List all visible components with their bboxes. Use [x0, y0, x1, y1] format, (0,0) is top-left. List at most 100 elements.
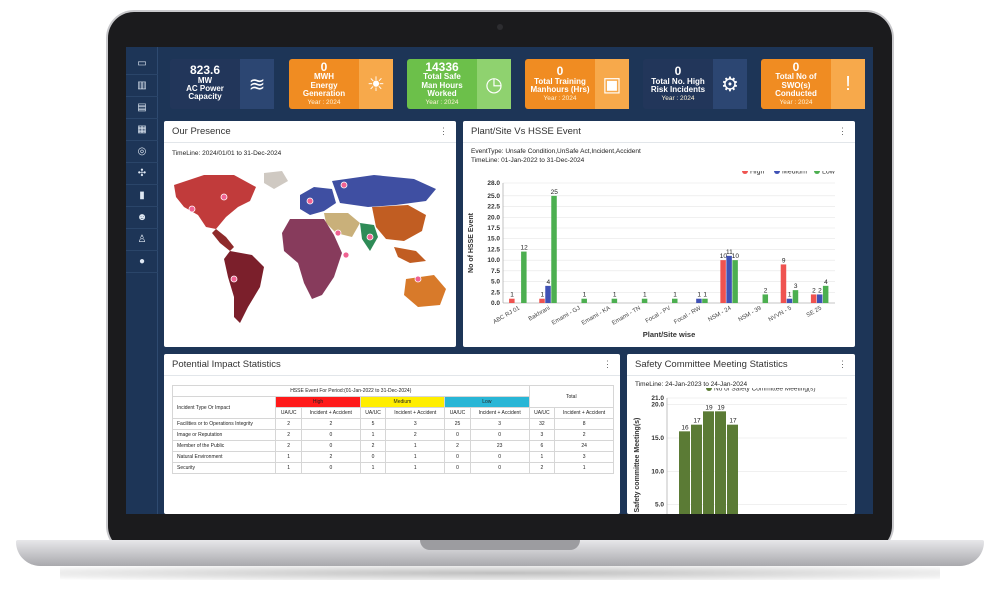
bar[interactable]	[780, 264, 787, 303]
map-russia[interactable]	[332, 175, 436, 207]
table-cell: 0	[469, 451, 530, 463]
group-header: Low	[444, 396, 530, 408]
hsse-event-type: EventType: Unsafe Condition,UnSafe Act,I…	[471, 148, 641, 155]
safety-title: Safety Committee Meeting Statistics	[635, 359, 788, 370]
kpi-card[interactable]: 0 Total No of SWO(s) Conducted Year : 2024!	[761, 59, 865, 109]
sub-header: Incident + Accident	[554, 407, 614, 419]
bar[interactable]	[672, 298, 678, 303]
kpi-text: 0 Total No. High Risk Incidents Year : 2024	[643, 59, 713, 109]
kpi-card[interactable]: 0 MWH Energy Generation Year : 2024 ☀	[289, 59, 393, 109]
legend-marker[interactable]	[706, 388, 712, 391]
users-icon[interactable]: ☻	[126, 207, 158, 229]
id-card-icon[interactable]: ▤	[126, 97, 158, 119]
table-cell: 1	[554, 462, 614, 474]
bar[interactable]	[696, 298, 702, 303]
y-tick-label: 2.5	[491, 289, 500, 296]
bar[interactable]	[509, 298, 515, 303]
bar[interactable]	[545, 285, 551, 303]
kpi-card[interactable]: 823.6 MW AC Power Capacity ≋	[170, 59, 274, 109]
kpi-card[interactable]: 0 Total Training Manhours (Hrs) Year : 2024…	[525, 59, 629, 109]
monitor-icon[interactable]: ▭	[126, 53, 158, 75]
location-pin[interactable]	[366, 233, 374, 241]
bar[interactable]	[816, 294, 823, 303]
bar[interactable]	[720, 260, 726, 303]
map-se-asia[interactable]	[394, 247, 426, 263]
bar[interactable]	[810, 294, 817, 303]
library-icon[interactable]: ▥	[126, 75, 158, 97]
x-tick-label: Bakhrani	[528, 306, 552, 323]
y-tick-label: 25.0	[487, 193, 500, 200]
kebab-menu-icon[interactable]: ⋮	[439, 126, 448, 137]
map-europe[interactable]	[300, 187, 336, 215]
table-cell: 0	[359, 451, 387, 463]
legend-marker[interactable]	[774, 171, 780, 174]
bar[interactable]	[792, 290, 799, 303]
legend-label[interactable]: Low	[822, 171, 836, 176]
world-map	[174, 171, 446, 323]
kebab-menu-icon[interactable]: ⋮	[603, 359, 612, 370]
bar[interactable]	[727, 424, 738, 514]
bar[interactable]	[786, 298, 793, 303]
glasses-icon[interactable]: ◎	[126, 141, 158, 163]
presentation-icon: ▣	[595, 59, 629, 109]
bar[interactable]	[539, 298, 545, 303]
legend-marker[interactable]	[814, 171, 820, 174]
location-pin[interactable]	[306, 197, 314, 205]
data-label: 25	[551, 189, 559, 196]
table-cell: 1	[275, 451, 302, 463]
location-pin[interactable]	[340, 181, 348, 189]
bar[interactable]	[715, 411, 726, 514]
table-cell: 1	[385, 440, 446, 452]
turbine-icon[interactable]: ✣	[126, 163, 158, 185]
clock-icon: ◷	[477, 59, 511, 109]
bar[interactable]	[703, 411, 714, 514]
bar[interactable]	[521, 251, 527, 303]
bar[interactable]	[691, 424, 702, 514]
bar[interactable]	[641, 298, 648, 303]
torch-icon[interactable]: ▮	[126, 185, 158, 207]
bar[interactable]	[679, 431, 690, 514]
location-pin[interactable]	[334, 229, 342, 237]
map-south-america[interactable]	[224, 251, 264, 323]
bar[interactable]	[726, 255, 732, 303]
presence-title: Our Presence	[172, 126, 231, 137]
document-icon[interactable]: ▦	[126, 119, 158, 141]
y-tick-label: 10.0	[651, 468, 664, 475]
bar[interactable]	[732, 260, 738, 303]
table-cell: 0	[444, 462, 471, 474]
bar[interactable]	[581, 298, 587, 303]
map-north-america[interactable]	[174, 175, 256, 229]
kpi-card[interactable]: 0 Total No. High Risk Incidents Year : 2024…	[643, 59, 747, 109]
kpi-year: Year : 2024	[425, 99, 459, 107]
data-label: 17	[693, 418, 701, 425]
map-australia[interactable]	[404, 275, 446, 307]
location-pin[interactable]	[220, 193, 228, 201]
kpi-card[interactable]: 14336 Total Safe Man Hours Worked Year : 20…	[407, 59, 511, 109]
map-africa[interactable]	[282, 219, 342, 299]
chat-icon[interactable]: ●	[126, 251, 158, 273]
user-tie-icon[interactable]: ♙	[126, 229, 158, 251]
map-greenland[interactable]	[264, 171, 288, 189]
bar[interactable]	[551, 195, 557, 303]
group-header: High	[275, 396, 361, 408]
map-east-asia[interactable]	[372, 205, 426, 241]
table-row: Security 1 0 1 1 0 0 2 1	[171, 462, 614, 474]
bar[interactable]	[822, 285, 829, 303]
kpi-label2: Man Hours Worked	[421, 80, 463, 99]
map-central-america[interactable]	[212, 229, 234, 251]
legend-marker[interactable]	[742, 171, 748, 174]
location-pin[interactable]	[414, 275, 422, 283]
location-pin[interactable]	[188, 205, 196, 213]
location-pin[interactable]	[230, 275, 238, 283]
location-pin[interactable]	[342, 251, 350, 259]
sub-header: UA/UC	[275, 407, 302, 419]
legend-label[interactable]: No of Safety Committee Meeting(s)	[714, 388, 816, 393]
bar[interactable]	[611, 298, 618, 303]
kpi-year: Year : 2024	[543, 95, 577, 103]
kebab-menu-icon[interactable]: ⋮	[838, 126, 847, 137]
kebab-menu-icon[interactable]: ⋮	[838, 359, 847, 370]
bar[interactable]	[762, 294, 769, 303]
legend-label[interactable]: Medium	[782, 171, 807, 176]
bar[interactable]	[702, 298, 708, 303]
legend-label[interactable]: High	[750, 171, 765, 176]
